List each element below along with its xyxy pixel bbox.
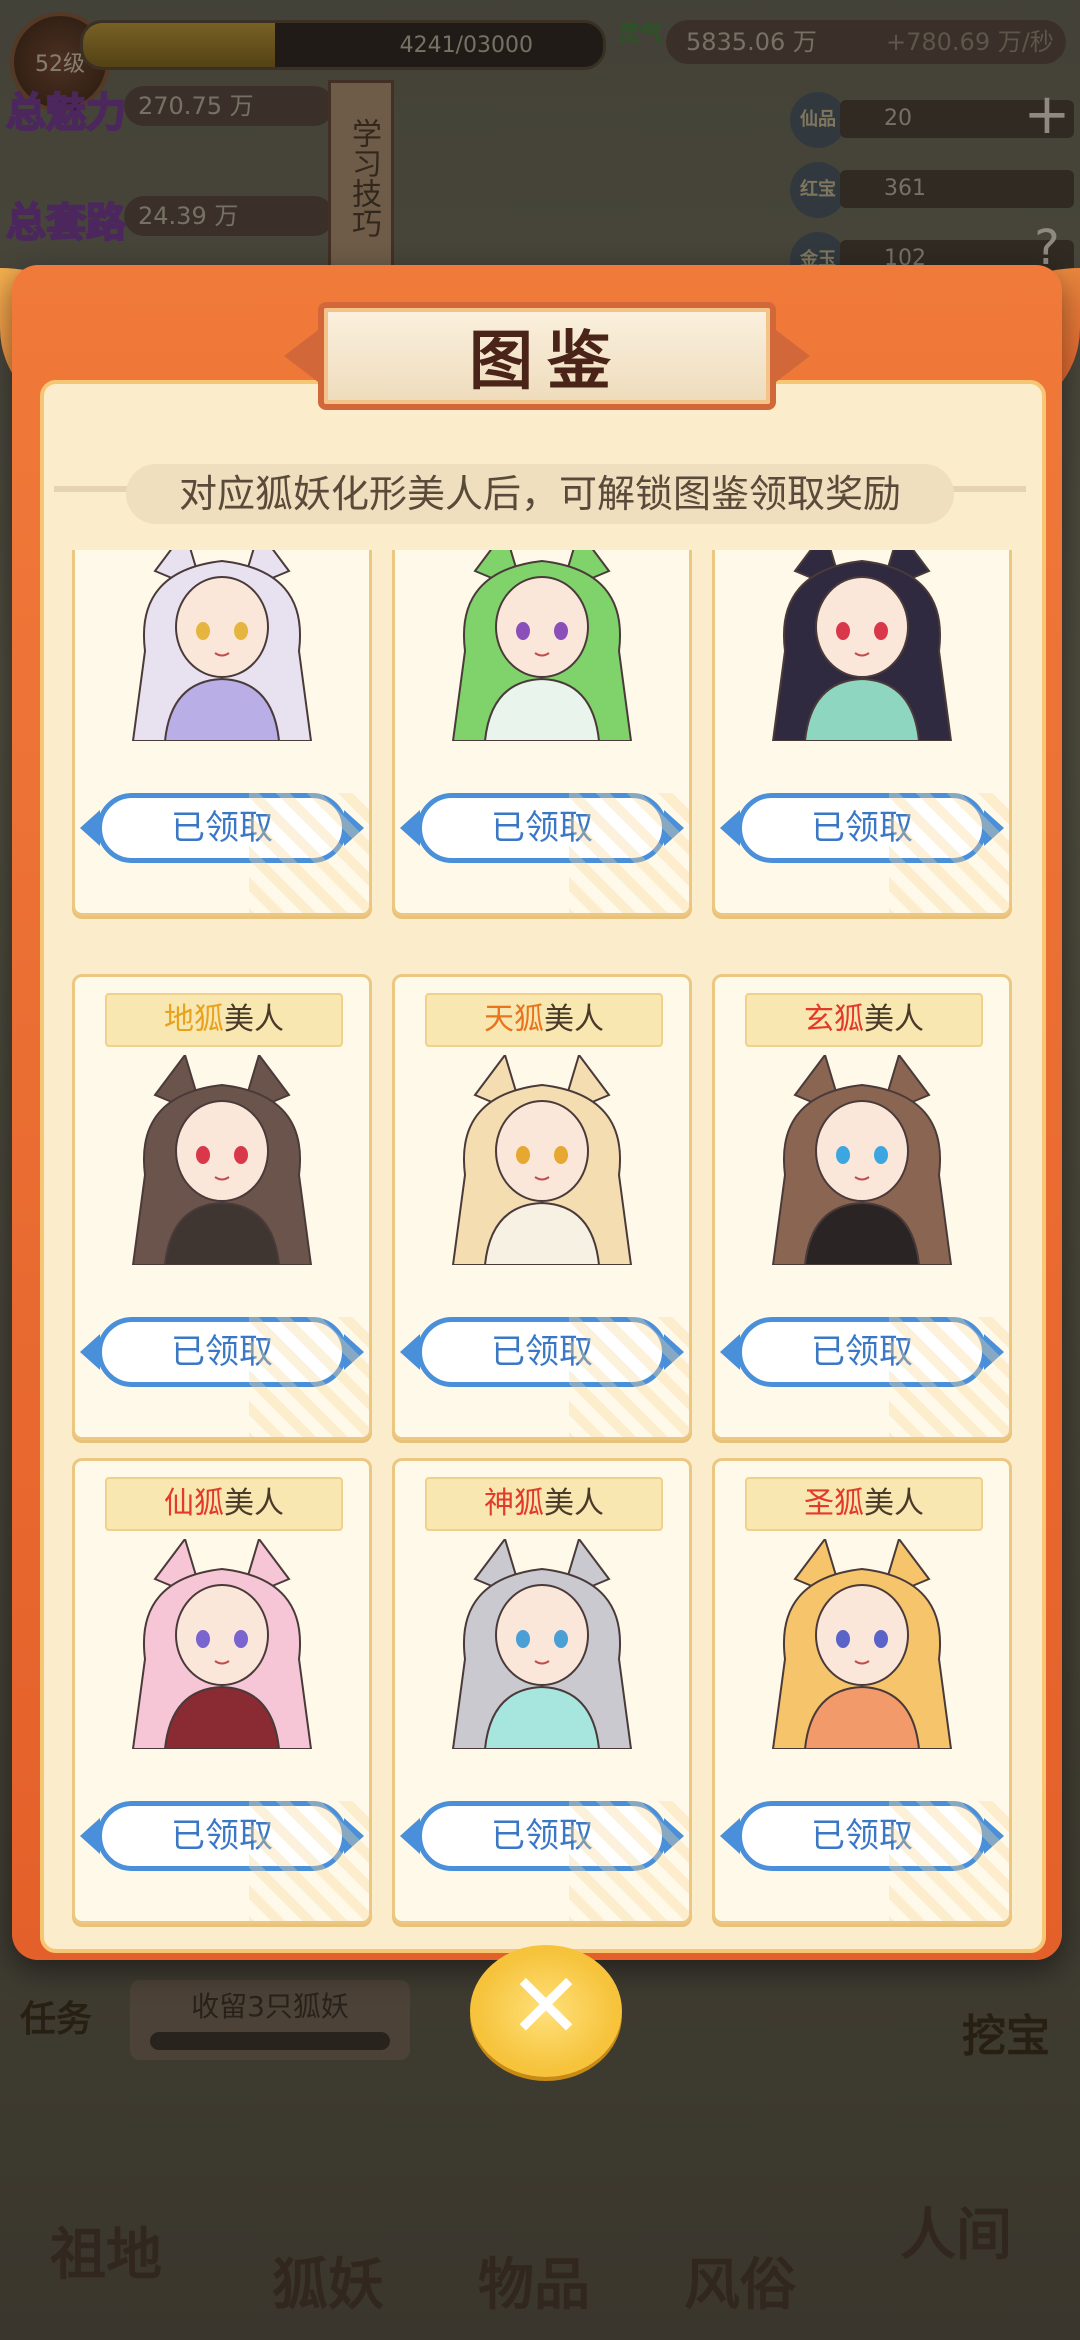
claimed-button[interactable]: 已领取 [720,793,1004,863]
card-tier: 玄狐 [804,1002,864,1037]
fox-beauty-portrait [131,550,313,741]
collection-card: 玄狐美人已领取 [712,974,1012,1440]
claimed-button[interactable]: 已领取 [80,793,364,863]
card-suffix: 美人 [224,1486,284,1521]
claimed-button[interactable]: 已领取 [400,1317,684,1387]
modal-title: 图鉴 [469,324,625,399]
close-icon: ✕ [508,1954,584,2059]
hint-deco-left [54,486,134,492]
card-title: 天狐美人 [425,993,663,1047]
claimed-button[interactable]: 已领取 [720,1317,1004,1387]
title-plaque: 图鉴 [284,302,810,410]
fox-beauty-portrait [451,1539,633,1749]
card-title: 地狐美人 [105,993,343,1047]
collection-grid[interactable]: 已领取 已领取 已领取 地狐美人 已领取 天狐美人 已领取 玄狐美人 已领取 仙狐美人 已领取 神狐美… [60,550,1020,1930]
card-suffix: 美人 [544,1002,604,1037]
card-tier: 仙狐 [164,1486,224,1521]
hint-text: 对应狐妖化形美人后，可解锁图鉴领取奖励 [178,472,901,516]
collection-card: 圣狐美人已领取 [712,1458,1012,1924]
card-tier: 天狐 [484,1002,544,1037]
card-tier: 圣狐 [804,1486,864,1521]
card-suffix: 美人 [544,1486,604,1521]
claimed-button[interactable]: 已领取 [80,1317,364,1387]
fox-beauty-portrait [771,550,953,741]
card-tier: 神狐 [484,1486,544,1521]
card-suffix: 美人 [864,1486,924,1521]
collection-card: 已领取 [392,550,692,916]
card-tier: 地狐 [164,1002,224,1037]
collection-card: 地狐美人已领取 [72,974,372,1440]
collection-card: 仙狐美人已领取 [72,1458,372,1924]
collection-card: 天狐美人已领取 [392,974,692,1440]
collection-card: 已领取 [712,550,1012,916]
collection-card: 神狐美人已领取 [392,1458,692,1924]
close-button[interactable]: ✕ [470,1945,622,2077]
card-suffix: 美人 [224,1002,284,1037]
card-title: 玄狐美人 [745,993,983,1047]
fox-beauty-portrait [451,1055,633,1265]
hint-deco-right [946,486,1026,492]
claimed-button[interactable]: 已领取 [80,1801,364,1871]
fox-beauty-portrait [451,550,633,741]
card-title: 神狐美人 [425,1477,663,1531]
card-title: 圣狐美人 [745,1477,983,1531]
claimed-button[interactable]: 已领取 [400,1801,684,1871]
claimed-button[interactable]: 已领取 [400,793,684,863]
collection-card: 已领取 [72,550,372,916]
card-suffix: 美人 [864,1002,924,1037]
fox-beauty-portrait [131,1055,313,1265]
fox-beauty-portrait [131,1539,313,1749]
claimed-button[interactable]: 已领取 [720,1801,1004,1871]
hint-banner: 对应狐妖化形美人后，可解锁图鉴领取奖励 [126,464,954,524]
fox-beauty-portrait [771,1539,953,1749]
card-title: 仙狐美人 [105,1477,343,1531]
fox-beauty-portrait [771,1055,953,1265]
